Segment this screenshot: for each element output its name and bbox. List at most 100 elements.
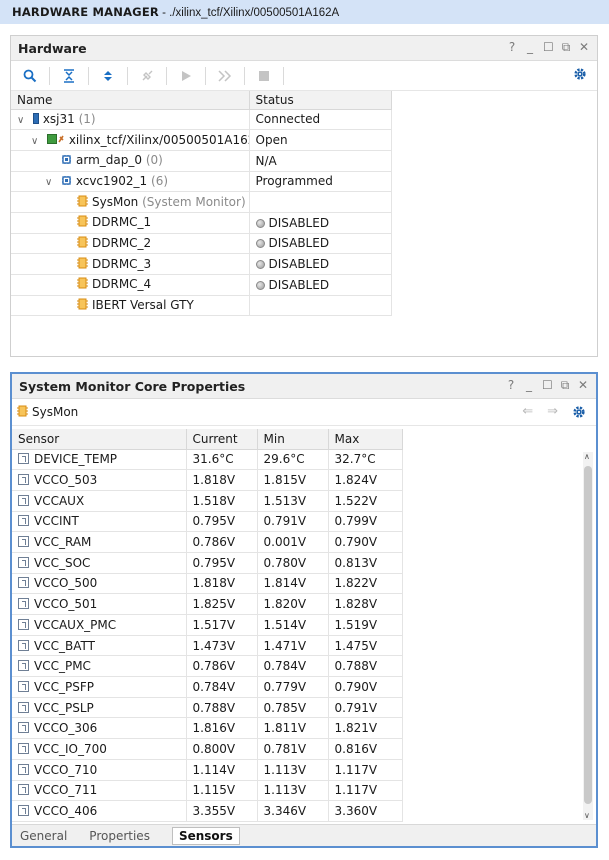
maximize-icon[interactable]: ☐ [542, 378, 553, 393]
sensor-current: 1.825V [186, 593, 258, 615]
sensor-row[interactable]: VCC_RAM 0.786V 0.001V 0.790V [12, 531, 403, 553]
hardware-tree-table: Name Status ∨ xsj31 (1) Connected ∨ xili… [11, 91, 392, 317]
help-icon[interactable]: ? [507, 40, 517, 55]
expand-all-icon[interactable] [99, 67, 117, 85]
sensor-min: 3.346V [257, 800, 329, 822]
sensor-row[interactable]: VCCO_503 1.818V 1.815V 1.824V [12, 469, 403, 491]
sensor-icon [18, 453, 29, 465]
sensor-name-cell: VCC_PSFP [12, 676, 187, 698]
scrollbar-thumb[interactable] [584, 466, 592, 804]
tab-properties[interactable]: Properties [89, 829, 150, 843]
auto-connect-icon[interactable] [138, 67, 156, 85]
sensor-current: 0.795V [186, 552, 258, 574]
column-header-name[interactable]: Name [11, 91, 250, 110]
forward-arrow-icon[interactable]: ⇒ [547, 404, 558, 423]
sensor-current: 1.518V [186, 490, 258, 512]
sensor-icon [18, 763, 29, 775]
core-icon [77, 277, 88, 292]
sensor-scrollbar[interactable]: ∧ ∨ [583, 452, 593, 820]
column-header-status[interactable]: Status [249, 91, 392, 110]
column-header-sensor[interactable]: Sensor [12, 429, 187, 450]
sensor-row[interactable]: VCC_BATT 1.473V 1.471V 1.475V [12, 635, 403, 657]
tree-row-ddrmc-3[interactable]: DDRMC_3 DISABLED [11, 253, 392, 275]
sensor-table: Sensor Current Min Max DEVICE_TEMP 31.6°C… [12, 429, 403, 822]
sensor-row[interactable]: VCCINT 0.795V 0.791V 0.799V [12, 511, 403, 533]
column-header-current[interactable]: Current [186, 429, 258, 450]
tree-row-ibert[interactable]: IBERT Versal GTY [11, 295, 392, 317]
minimize-icon[interactable]: _ [524, 378, 534, 393]
stop-icon[interactable] [255, 67, 273, 85]
sensor-max: 0.816V [328, 738, 403, 760]
tree-row-status: DISABLED [268, 277, 330, 292]
sensor-row[interactable]: VCC_IO_700 0.800V 0.781V 0.816V [12, 738, 403, 760]
chevron-down-icon[interactable]: ∨ [17, 115, 29, 126]
sensor-icon [18, 556, 29, 568]
sensor-row[interactable]: VCCO_711 1.115V 1.113V 1.117V [12, 780, 403, 802]
tree-row-status: Programmed [249, 171, 392, 193]
sensor-row[interactable]: VCCO_710 1.114V 1.113V 1.117V [12, 759, 403, 781]
help-icon[interactable]: ? [506, 378, 516, 393]
sensor-name-cell: VCC_PMC [12, 655, 187, 678]
search-icon[interactable] [21, 67, 39, 85]
scroll-up-icon[interactable]: ∧ [584, 452, 590, 461]
sensor-name: VCCO_501 [34, 597, 98, 612]
sensor-name-cell: VCCO_503 [12, 469, 187, 491]
sensor-min: 0.781V [257, 738, 329, 760]
tree-row-ddrmc-4[interactable]: DDRMC_4 DISABLED [11, 274, 392, 296]
sensor-row[interactable]: DEVICE_TEMP 31.6°C 29.6°C 32.7°C [12, 449, 403, 471]
tree-row-host[interactable]: ∨ xsj31 (1) Connected [11, 109, 392, 131]
tab-sensors[interactable]: Sensors [171, 826, 240, 845]
sensor-min: 1.815V [257, 469, 329, 491]
status-disabled-icon [255, 280, 265, 290]
sensor-table-header: Sensor Current Min Max [12, 429, 403, 450]
collapse-all-icon[interactable] [60, 67, 78, 85]
chevron-down-icon[interactable]: ∨ [45, 177, 57, 188]
sensor-name: VCC_IO_700 [34, 741, 107, 756]
float-icon[interactable]: ⧉ [561, 40, 571, 55]
close-icon[interactable]: ✕ [579, 40, 589, 55]
sensor-row[interactable]: VCC_PSLP 0.788V 0.785V 0.791V [12, 697, 403, 719]
chevron-down-icon[interactable]: ∨ [31, 136, 43, 147]
sensor-row[interactable]: VCCO_306 1.816V 1.811V 1.821V [12, 717, 403, 740]
tab-general[interactable]: General [20, 829, 67, 843]
sensor-name: VCCO_710 [34, 762, 98, 777]
sensor-name-cell: VCC_RAM [12, 531, 187, 553]
tree-row-device[interactable]: ∨ xcvc1902_1 (6) Programmed [11, 171, 392, 193]
float-icon[interactable]: ⧉ [560, 378, 570, 393]
sensor-icon [18, 577, 29, 589]
tree-row-label: SysMon [92, 194, 139, 209]
sensor-name-cell: VCCO_406 [12, 800, 187, 822]
scroll-down-icon[interactable]: ∨ [584, 811, 590, 820]
sensor-row[interactable]: VCCAUX_PMC 1.517V 1.514V 1.519V [12, 614, 403, 636]
maximize-icon[interactable]: ☐ [543, 40, 554, 55]
tree-row-label: DDRMC_2 [92, 235, 152, 250]
tree-row-ddrmc-2[interactable]: DDRMC_2 DISABLED [11, 233, 392, 255]
tree-row-ddrmc-1[interactable]: DDRMC_1 DISABLED [11, 212, 392, 234]
sensor-row[interactable]: VCCAUX 1.518V 1.513V 1.522V [12, 490, 403, 512]
core-icon [77, 298, 88, 313]
gear-icon[interactable] [573, 67, 587, 84]
column-header-min[interactable]: Min [257, 429, 329, 450]
tree-row-arm-dap[interactable]: arm_dap_0 (0) N/A [11, 150, 392, 172]
tree-row-target[interactable]: ∨ xilinx_tcf/Xilinx/00500501A162A Open [11, 129, 392, 151]
next-icon[interactable] [216, 67, 234, 85]
sensor-row[interactable]: VCC_SOC 0.795V 0.780V 0.813V [12, 552, 403, 574]
sensor-row[interactable]: VCCO_406 3.355V 3.346V 3.360V [12, 800, 403, 822]
tree-row-status: DISABLED [268, 236, 330, 251]
sensor-row[interactable]: VCCO_501 1.825V 1.820V 1.828V [12, 593, 403, 615]
run-icon[interactable] [177, 67, 195, 85]
sensor-row[interactable]: VCCO_500 1.818V 1.814V 1.822V [12, 573, 403, 595]
tree-row-label: DDRMC_4 [92, 277, 152, 292]
sensor-icon [18, 784, 29, 796]
sensor-row[interactable]: VCC_PMC 0.786V 0.784V 0.788V [12, 655, 403, 678]
sensor-current: 1.818V [186, 573, 258, 595]
close-icon[interactable]: ✕ [578, 378, 588, 393]
system-monitor-panel: System Monitor Core Properties ? _ ☐ ⧉ ✕… [10, 372, 598, 848]
column-header-max[interactable]: Max [328, 429, 403, 450]
gear-icon[interactable] [572, 405, 586, 423]
tree-row-sysmon[interactable]: SysMon (System Monitor) [11, 191, 392, 213]
sensor-row[interactable]: VCC_PSFP 0.784V 0.779V 0.790V [12, 676, 403, 698]
hardware-window-controls: ? _ ☐ ⧉ ✕ [507, 40, 589, 55]
back-arrow-icon[interactable]: ⇐ [522, 404, 533, 423]
minimize-icon[interactable]: _ [525, 40, 535, 55]
